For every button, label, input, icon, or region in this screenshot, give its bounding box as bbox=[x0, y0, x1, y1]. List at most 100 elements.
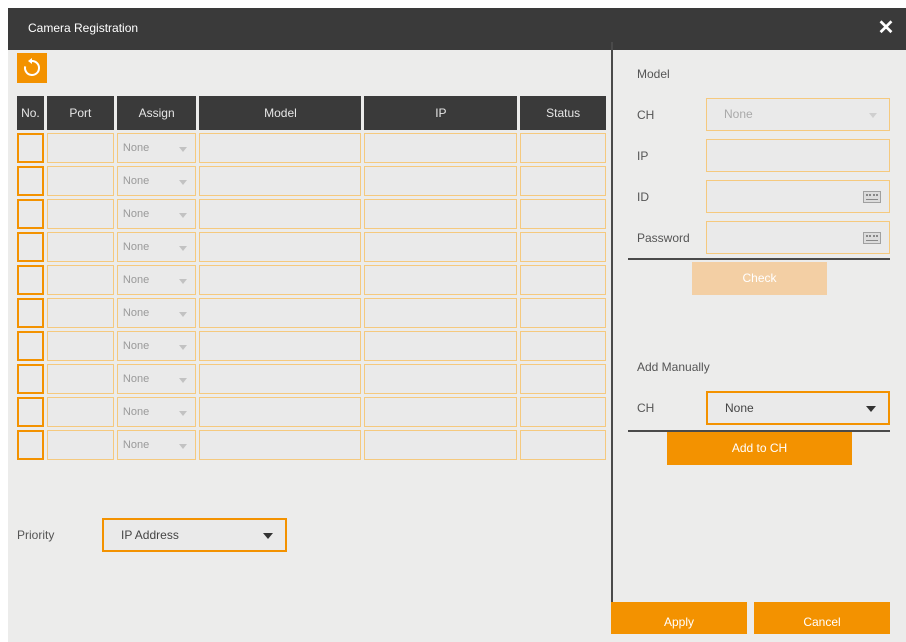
apply-button[interactable]: Apply bbox=[611, 602, 747, 634]
row-checkbox[interactable] bbox=[17, 166, 44, 196]
port-cell bbox=[46, 166, 114, 196]
add-manually-heading: Add Manually bbox=[637, 360, 710, 374]
column-header-port: Port bbox=[46, 96, 114, 130]
assign-value: None bbox=[122, 307, 150, 319]
assign-value: None bbox=[122, 175, 150, 187]
model-cell bbox=[199, 364, 362, 394]
assign-select[interactable]: None bbox=[116, 364, 197, 394]
model-cell bbox=[199, 232, 362, 262]
panel-divider bbox=[611, 42, 613, 602]
table-row: None bbox=[17, 331, 606, 361]
table-row: None bbox=[17, 364, 606, 394]
port-cell bbox=[46, 199, 114, 229]
password-label: Password bbox=[637, 231, 690, 245]
camera-table: No. Port Assign Model IP Status None Non… bbox=[14, 93, 609, 463]
chevron-down-icon bbox=[869, 113, 877, 118]
assign-value: None bbox=[122, 340, 150, 352]
ip-cell bbox=[364, 166, 518, 196]
assign-value: None bbox=[122, 373, 150, 385]
model-ch-select[interactable]: None bbox=[706, 98, 890, 131]
ip-label: IP bbox=[637, 149, 649, 163]
chevron-down-icon bbox=[179, 147, 188, 152]
keyboard-icon[interactable] bbox=[863, 191, 881, 203]
assign-value: None bbox=[122, 142, 150, 154]
port-cell bbox=[46, 232, 114, 262]
dialog-title: Camera Registration bbox=[28, 21, 139, 35]
ip-cell bbox=[364, 232, 518, 262]
model-cell bbox=[199, 430, 362, 460]
assign-select[interactable]: None bbox=[116, 232, 197, 262]
row-checkbox[interactable] bbox=[17, 199, 44, 229]
add-to-ch-button[interactable]: Add to CH bbox=[667, 432, 852, 465]
model-cell bbox=[199, 133, 362, 163]
assign-value: None bbox=[122, 241, 150, 253]
priority-select[interactable]: IP Address bbox=[102, 518, 287, 552]
chevron-down-icon bbox=[179, 213, 188, 218]
model-cell bbox=[199, 331, 362, 361]
ip-cell bbox=[364, 298, 518, 328]
table-row: None bbox=[17, 133, 606, 163]
model-cell bbox=[199, 298, 362, 328]
refresh-button[interactable] bbox=[17, 53, 47, 83]
password-field[interactable] bbox=[706, 221, 890, 254]
chevron-down-icon bbox=[179, 312, 188, 317]
ip-cell bbox=[364, 364, 518, 394]
status-cell bbox=[520, 298, 606, 328]
model-ch-label: CH bbox=[637, 108, 655, 122]
row-checkbox[interactable] bbox=[17, 397, 44, 427]
status-cell bbox=[520, 364, 606, 394]
chevron-down-icon bbox=[866, 406, 876, 412]
row-checkbox[interactable] bbox=[17, 430, 44, 460]
chevron-down-icon bbox=[179, 411, 188, 416]
column-header-model: Model bbox=[199, 96, 362, 130]
check-button[interactable]: Check bbox=[692, 262, 827, 295]
table-header-row: No. Port Assign Model IP Status bbox=[17, 96, 606, 130]
assign-select[interactable]: None bbox=[116, 331, 197, 361]
model-ch-value: None bbox=[724, 107, 753, 121]
assign-select[interactable]: None bbox=[116, 397, 197, 427]
assign-select[interactable]: None bbox=[116, 166, 197, 196]
assign-value: None bbox=[122, 406, 150, 418]
assign-value: None bbox=[122, 439, 150, 451]
status-cell bbox=[520, 430, 606, 460]
status-cell bbox=[520, 133, 606, 163]
row-checkbox[interactable] bbox=[17, 364, 44, 394]
ip-cell bbox=[364, 397, 518, 427]
table-row: None bbox=[17, 298, 606, 328]
row-checkbox[interactable] bbox=[17, 265, 44, 295]
ip-field[interactable] bbox=[706, 139, 890, 172]
row-checkbox[interactable] bbox=[17, 133, 44, 163]
assign-select[interactable]: None bbox=[116, 298, 197, 328]
table-row: None bbox=[17, 199, 606, 229]
ip-cell bbox=[364, 430, 518, 460]
ip-cell bbox=[364, 199, 518, 229]
row-checkbox[interactable] bbox=[17, 331, 44, 361]
row-checkbox[interactable] bbox=[17, 298, 44, 328]
column-header-assign: Assign bbox=[116, 96, 197, 130]
assign-select[interactable]: None bbox=[116, 430, 197, 460]
id-field[interactable] bbox=[706, 180, 890, 213]
chevron-down-icon bbox=[179, 279, 188, 284]
close-icon[interactable]: ✕ bbox=[874, 16, 898, 40]
chevron-down-icon bbox=[179, 378, 188, 383]
table-row: None bbox=[17, 232, 606, 262]
chevron-down-icon bbox=[179, 180, 188, 185]
manual-ch-select[interactable]: None bbox=[706, 391, 890, 425]
assign-select[interactable]: None bbox=[116, 133, 197, 163]
assign-select[interactable]: None bbox=[116, 199, 197, 229]
model-cell bbox=[199, 265, 362, 295]
assign-value: None bbox=[122, 274, 150, 286]
assign-select[interactable]: None bbox=[116, 265, 197, 295]
keyboard-icon[interactable] bbox=[863, 232, 881, 244]
status-cell bbox=[520, 232, 606, 262]
port-cell bbox=[46, 397, 114, 427]
status-cell bbox=[520, 331, 606, 361]
row-checkbox[interactable] bbox=[17, 232, 44, 262]
ip-cell bbox=[364, 265, 518, 295]
port-cell bbox=[46, 265, 114, 295]
model-cell bbox=[199, 199, 362, 229]
cancel-button[interactable]: Cancel bbox=[754, 602, 890, 634]
chevron-down-icon bbox=[179, 345, 188, 350]
model-heading: Model bbox=[637, 67, 670, 81]
table-row: None bbox=[17, 265, 606, 295]
